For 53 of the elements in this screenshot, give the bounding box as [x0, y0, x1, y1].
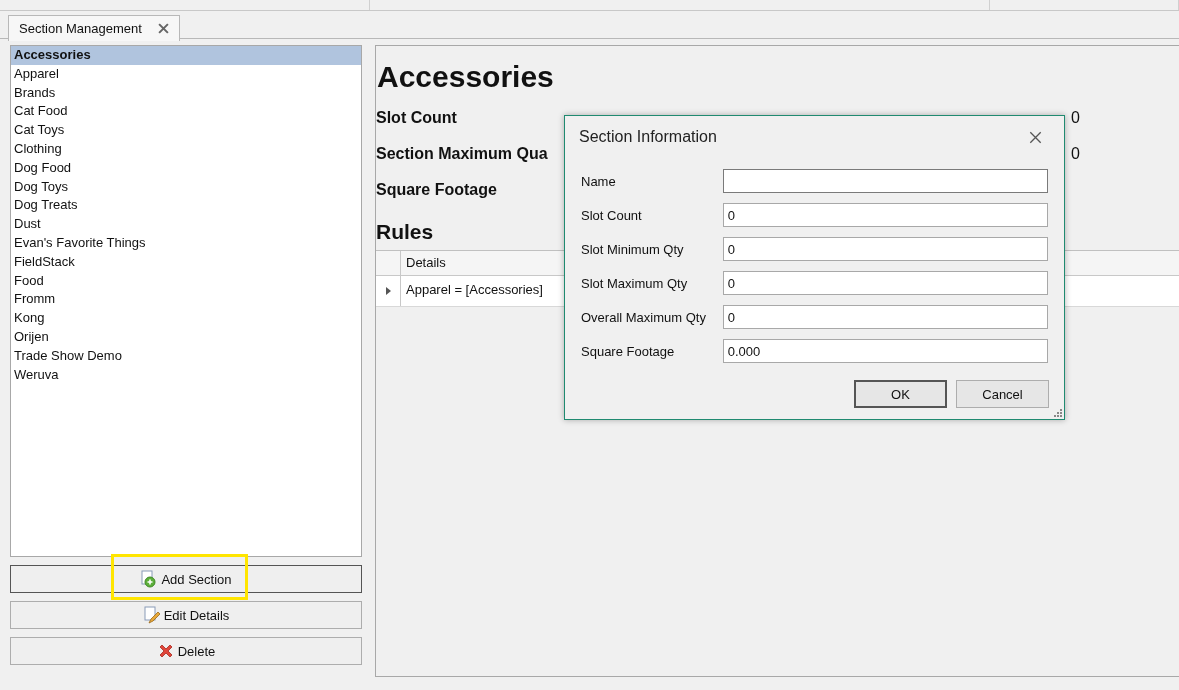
input-field[interactable]: 0 — [722, 305, 1048, 329]
edit-button[interactable]: Edit Details — [10, 601, 362, 629]
input-field[interactable]: 0 — [722, 271, 1048, 295]
field-label: Square Footage — [376, 181, 497, 199]
list-item[interactable]: Clothing — [11, 140, 361, 159]
expand-icon[interactable] — [385, 287, 391, 295]
close-icon[interactable] — [157, 23, 169, 34]
field-label: Slot Count — [581, 207, 643, 223]
list-item[interactable]: Orijen — [11, 327, 361, 347]
list-item[interactable]: FieldStack — [11, 252, 361, 272]
field-label: Slot Maximum Qty — [581, 275, 689, 291]
delete-button[interactable]: Delete — [10, 637, 362, 665]
section-title: Accessories — [376, 60, 554, 94]
list-item[interactable]: Food — [11, 271, 361, 291]
list-item[interactable]: Dog Toys — [11, 177, 361, 197]
page-pencil-icon — [142, 606, 161, 624]
dialog-button[interactable]: OK — [854, 380, 947, 408]
table-cell-text: Apparel = [Accessories] — [405, 281, 543, 299]
list-item[interactable]: Weruva — [11, 365, 361, 385]
list-item[interactable]: Kong — [11, 309, 361, 328]
input-field[interactable]: 0 — [722, 237, 1048, 261]
list-item[interactable]: Evan's Favorite Things — [11, 233, 361, 253]
list-item[interactable]: Dust — [11, 215, 361, 234]
input-field[interactable]: 0.000 — [722, 339, 1048, 363]
list-item[interactable]: Dog Treats — [11, 196, 361, 216]
list-item[interactable]: Fromm — [11, 290, 361, 310]
input-field[interactable]: 0 — [722, 203, 1048, 227]
column-header[interactable]: Details — [401, 251, 446, 275]
field-label: Overall Maximum Qty — [581, 309, 707, 325]
field-label: Name — [581, 173, 617, 189]
list-item[interactable]: Brands — [11, 83, 361, 103]
list-item[interactable]: Accessories — [11, 46, 361, 65]
add-button[interactable]: Add Section — [10, 565, 362, 593]
field-label: Slot Minimum Qty — [581, 241, 685, 257]
input-field[interactable] — [722, 169, 1048, 193]
list-item[interactable]: Dog Food — [11, 158, 361, 178]
list-item[interactable]: Cat Toys — [11, 121, 361, 140]
close-icon[interactable] — [1029, 130, 1042, 144]
page-plus-icon — [140, 570, 159, 588]
rules-title: Rules — [376, 220, 434, 244]
field-label: Square Footage — [581, 343, 676, 359]
list-item[interactable]: Apparel — [11, 64, 361, 84]
tab-label: Section Management — [19, 21, 142, 36]
field-value: 0 — [1071, 145, 1080, 163]
field-label: Section Maximum Qua — [376, 145, 548, 163]
list-item[interactable]: Cat Food — [11, 102, 361, 122]
list-item[interactable]: Trade Show Demo — [11, 346, 361, 366]
field-value: 0 — [1071, 109, 1080, 127]
dialog-title: Section Information — [579, 128, 717, 146]
dialog-button[interactable]: Cancel — [956, 380, 1049, 408]
tab[interactable]: Section Management — [8, 15, 180, 41]
field-label: Slot Count — [376, 109, 457, 127]
resize-grip-icon[interactable] — [1054, 409, 1062, 417]
